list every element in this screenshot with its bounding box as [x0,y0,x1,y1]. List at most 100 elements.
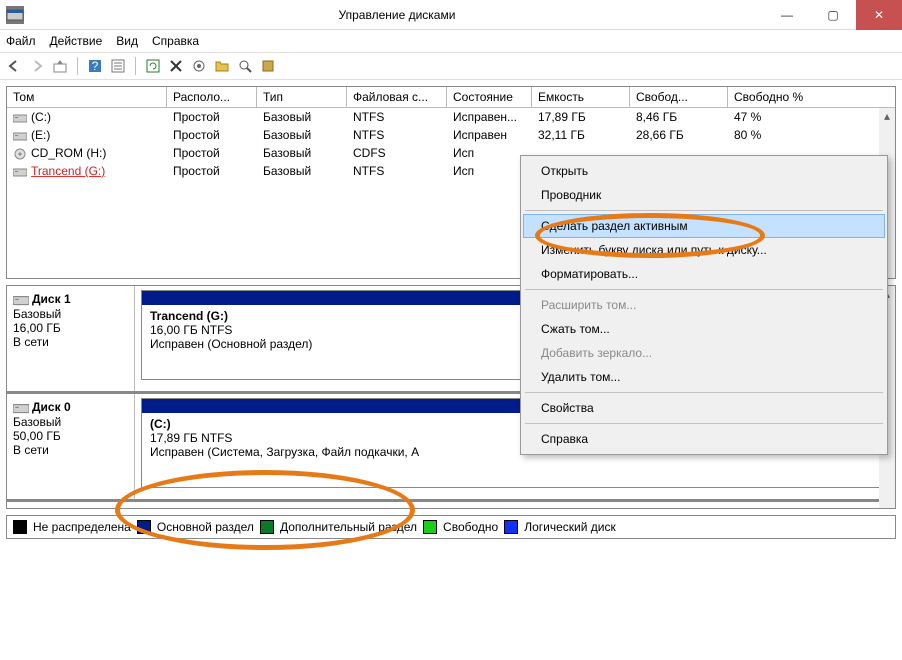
menu-item: Добавить зеркало... [523,341,885,365]
volume-type: Базовый [257,110,347,124]
volume-type: Базовый [257,164,347,178]
disk-size: 50,00 ГБ [13,429,128,443]
settings-icon[interactable] [189,56,209,76]
menu-item[interactable]: Сжать том... [523,317,885,341]
disk-kind: Базовый [13,415,128,429]
menu-separator [525,423,883,424]
legend-swatch [137,520,151,534]
menu-item[interactable]: Сделать раздел активным [523,214,885,238]
volume-fs: NTFS [347,128,447,142]
legend-swatch [504,520,518,534]
drive-icon [13,130,27,142]
disk-state: В сети [13,335,128,349]
legend-label: Не распределена [33,520,131,534]
menu-help[interactable]: Справка [152,34,199,48]
toolbar-sep [77,57,78,75]
toolbar: ? [0,52,902,80]
legend-swatch [423,520,437,534]
volume-name: Trancend (G:) [31,164,105,178]
menu-separator [525,392,883,393]
partition-status: Исправен (Основной раздел) [150,337,312,351]
menu-action[interactable]: Действие [50,34,103,48]
help-icon[interactable]: ? [85,56,105,76]
menu-separator [525,210,883,211]
disk-label: Диск 0 [32,400,71,414]
scroll-up-icon[interactable]: ▴ [879,108,895,124]
disk-state: В сети [13,443,128,457]
app-icon [6,6,24,24]
menu-item[interactable]: Форматировать... [523,262,885,286]
menu-view[interactable]: Вид [116,34,138,48]
legend: Не распределенаОсновной разделДополнител… [6,515,896,539]
tools-icon[interactable] [258,56,278,76]
table-row[interactable]: (C:)ПростойБазовыйNTFSИсправен...17,89 Г… [7,108,895,126]
partition-title: (C:) [150,417,171,431]
properties-icon[interactable] [108,56,128,76]
close-button[interactable]: ✕ [856,0,902,30]
col-volume[interactable]: Том [7,87,167,107]
legend-swatch [13,520,27,534]
menu-file[interactable]: Файл [6,34,36,48]
legend-label: Свободно [443,520,498,534]
window-title: Управление дисками [30,8,764,22]
volume-fs: NTFS [347,164,447,178]
volume-type: Базовый [257,146,347,160]
col-pct[interactable]: Свободно % [728,87,855,107]
partition-title: Trancend (G:) [150,309,228,323]
menu-item[interactable]: Удалить том... [523,365,885,389]
titlebar: Управление дисками — ▢ ✕ [0,0,902,30]
volume-free: 28,66 ГБ [630,128,728,142]
menu-item[interactable]: Открыть [523,159,885,183]
toolbar-sep [135,57,136,75]
col-free[interactable]: Свобод... [630,87,728,107]
volume-pct: 80 % [728,128,855,142]
column-headers: Том Располо... Тип Файловая с... Состоян… [7,87,895,108]
menu-item[interactable]: Справка [523,427,885,451]
volume-status: Исправен... [447,110,532,124]
col-layout[interactable]: Располо... [167,87,257,107]
forward-icon[interactable] [27,56,47,76]
maximize-button[interactable]: ▢ [810,0,856,30]
disk-size: 16,00 ГБ [13,321,128,335]
volume-free: 8,46 ГБ [630,110,728,124]
menu-item[interactable]: Проводник [523,183,885,207]
context-menu: ОткрытьПроводник Сделать раздел активнымИ… [520,155,888,455]
col-type[interactable]: Тип [257,87,347,107]
col-fs[interactable]: Файловая с... [347,87,447,107]
disk-icon [13,401,29,415]
menu-item: Расширить том... [523,293,885,317]
partition-size: 16,00 ГБ NTFS [150,323,232,337]
minimize-button[interactable]: — [764,0,810,30]
disk-info: Диск 1Базовый16,00 ГБВ сети [7,286,135,391]
menu-item[interactable]: Свойства [523,396,885,420]
volume-capacity: 32,11 ГБ [532,128,630,142]
volume-name: CD_ROM (H:) [31,146,106,160]
drive-icon [13,112,27,124]
legend-label: Дополнительный раздел [280,520,417,534]
col-capacity[interactable]: Емкость [532,87,630,107]
legend-label: Логический диск [524,520,616,534]
volume-fs: CDFS [347,146,447,160]
open-folder-icon[interactable] [212,56,232,76]
disk-label: Диск 1 [32,292,71,306]
menu-item[interactable]: Изменить букву диска или путь к диску... [523,238,885,262]
svg-text:?: ? [92,59,99,73]
volume-layout: Простой [167,110,257,124]
up-icon[interactable] [50,56,70,76]
partition-size: 17,89 ГБ NTFS [150,431,232,445]
col-status[interactable]: Состояние [447,87,532,107]
table-row[interactable]: (E:)ПростойБазовыйNTFSИсправен32,11 ГБ28… [7,126,895,144]
disk-icon [13,293,29,307]
refresh-icon[interactable] [143,56,163,76]
back-icon[interactable] [4,56,24,76]
volume-status: Исправен [447,128,532,142]
delete-icon[interactable] [166,56,186,76]
disk-info: Диск 0Базовый50,00 ГБВ сети [7,394,135,499]
drive-icon [13,166,27,178]
volume-fs: NTFS [347,110,447,124]
volume-capacity: 17,89 ГБ [532,110,630,124]
cd-icon [13,148,27,160]
menubar: Файл Действие Вид Справка [0,30,902,52]
zoom-icon[interactable] [235,56,255,76]
volume-name: (E:) [31,128,50,142]
